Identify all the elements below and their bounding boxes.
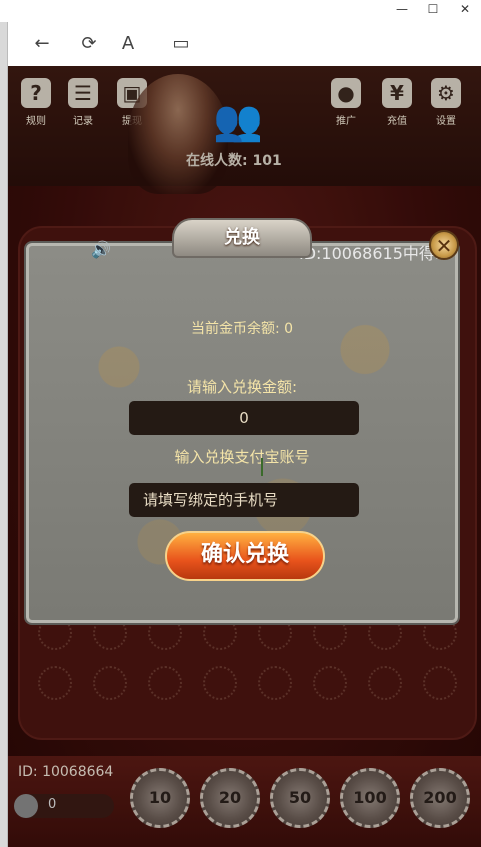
browser-toolbar: ← ⟳ A ▭ xyxy=(0,22,481,67)
account-label: 输入兑换支付宝账号 xyxy=(174,448,310,466)
amount-label: 请输入兑换金额: xyxy=(186,378,298,396)
dialog-title-tab: 兑换 xyxy=(172,218,312,258)
window-titlebar: — ☐ ✕ xyxy=(0,0,481,22)
speaker-icon: 🔊 xyxy=(91,240,111,259)
font-size-icon[interactable]: A xyxy=(116,32,140,56)
dialog-title: 兑换 xyxy=(224,227,260,248)
minimize-icon[interactable]: — xyxy=(392,1,412,17)
maximize-icon[interactable]: ☐ xyxy=(423,1,443,17)
close-icon[interactable]: ✕ xyxy=(429,230,459,260)
back-arrow-icon[interactable]: ← xyxy=(30,32,54,56)
refresh-icon[interactable]: ⟳ xyxy=(77,32,101,56)
amount-input[interactable] xyxy=(129,401,359,435)
left-edge-strip xyxy=(0,22,8,847)
tabs-icon[interactable]: ▭ xyxy=(169,32,193,56)
confirm-exchange-button[interactable]: 确认兑换 xyxy=(165,531,325,581)
account-input[interactable] xyxy=(129,483,359,517)
balance-label: 当前金币余额: 0 xyxy=(190,321,294,337)
text-cursor xyxy=(261,458,269,476)
exchange-dialog: 🔊 ID:10068615中得36金币 兑换 ✕ 当前金币余额: 0 请输入兑换… xyxy=(26,218,459,623)
marquee-text: ID:10068615中得36金币 xyxy=(299,244,449,263)
close-window-icon[interactable]: ✕ xyxy=(455,1,475,17)
game-canvas: ? 规则 ☰ 记录 ▣ 提现 ● 推广 ¥ 充值 ⚙ 设置 👥 在线人数: 10… xyxy=(8,66,481,847)
